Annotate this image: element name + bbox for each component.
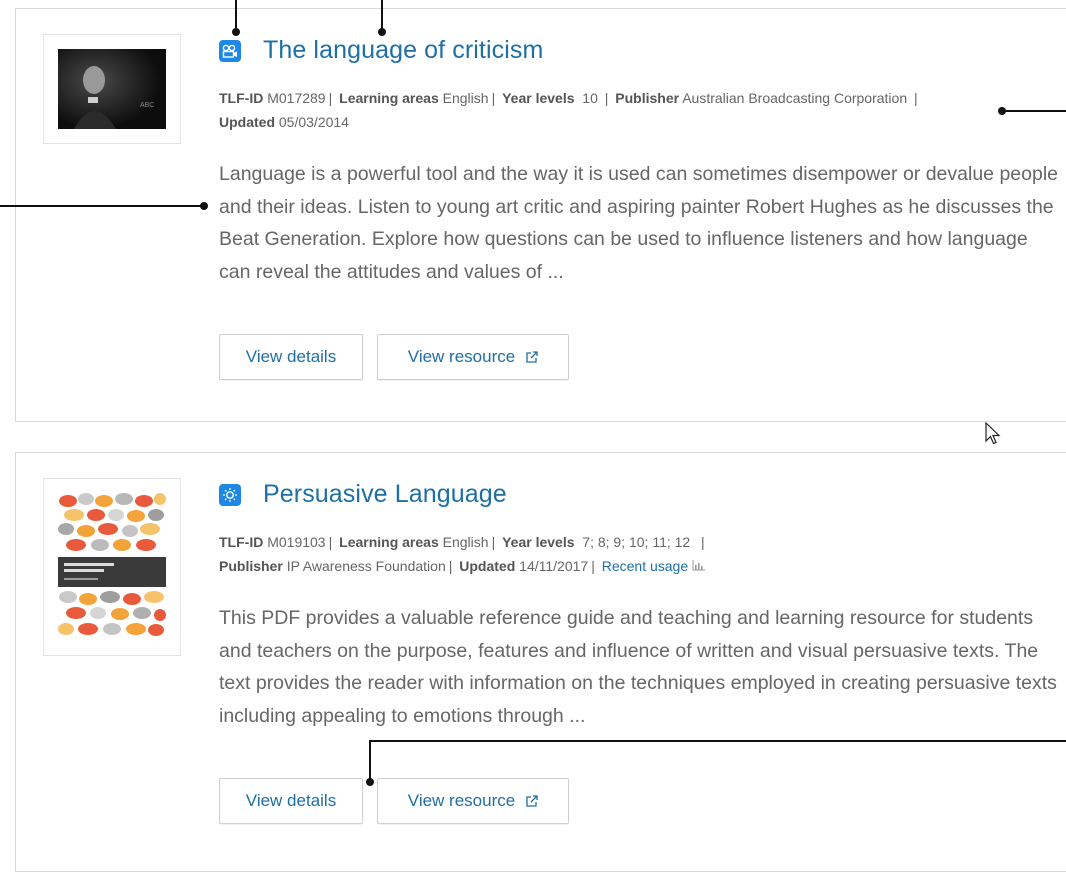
tlf-id-label: TLF-ID	[219, 534, 264, 550]
video-camera-icon	[219, 39, 241, 62]
learning-areas-label: Learning areas	[339, 90, 439, 106]
view-details-button[interactable]: View details	[219, 334, 363, 380]
updated-label: Updated	[459, 558, 516, 574]
result-title[interactable]: The language of criticism	[263, 36, 543, 65]
result-title-row: Persuasive Language	[219, 480, 507, 509]
result-description: Language is a powerful tool and the way …	[219, 163, 1058, 283]
publisher-label: Publisher	[219, 558, 283, 574]
year-levels-label: Year levels	[502, 534, 575, 550]
result-metadata: TLF-ID M019103 | Learning areas English | …	[219, 534, 706, 574]
view-resource-button[interactable]: View resource	[377, 334, 569, 380]
updated-label: Updated	[219, 114, 275, 130]
result-metadata: TLF-ID M017289 | Learning areas English | …	[219, 90, 918, 130]
result-title-row: The language of criticism	[219, 36, 543, 65]
bar-chart-icon[interactable]	[692, 558, 706, 574]
callout-dot	[200, 202, 208, 210]
callout-line	[0, 205, 206, 207]
callout-line	[1002, 110, 1066, 112]
svg-text:ABC: ABC	[140, 102, 154, 109]
year-levels-value: 7; 8; 9; 10; 11; 12	[582, 534, 691, 550]
year-levels-label: Year levels	[502, 90, 575, 106]
callout-dot	[378, 28, 386, 36]
external-link-icon	[525, 794, 538, 808]
view-resource-label: View resource	[407, 347, 516, 366]
updated-value: 05/03/2014	[278, 114, 349, 130]
mouse-cursor-icon	[985, 421, 1003, 451]
callout-dot	[998, 107, 1006, 115]
publisher-label: Publisher	[615, 90, 680, 106]
callout-line	[369, 740, 371, 782]
learning-areas-value: English	[442, 534, 489, 550]
result-description: This PDF provides a valuable reference g…	[219, 607, 1057, 727]
external-link-icon	[525, 350, 538, 364]
learning-areas-label: Learning areas	[339, 534, 439, 550]
updated-value: 14/11/2017	[519, 558, 589, 574]
callout-line	[381, 0, 383, 30]
recent-usage-link[interactable]: Recent usage	[602, 558, 688, 574]
view-resource-button[interactable]: View resource	[377, 778, 569, 824]
lightbulb-icon	[219, 483, 241, 506]
callout-dot	[232, 28, 240, 36]
tlf-id-value: M019103	[267, 534, 326, 550]
view-details-label: View details	[245, 347, 337, 366]
learning-areas-value: English	[442, 90, 489, 106]
callout-line	[370, 740, 1066, 742]
view-resource-label: View resource	[407, 791, 516, 810]
resource-thumbnail[interactable]	[43, 478, 181, 656]
resource-thumbnail[interactable]: ABC	[43, 34, 181, 144]
view-details-label: View details	[245, 791, 337, 810]
result-title[interactable]: Persuasive Language	[263, 480, 507, 509]
tlf-id-value: M017289	[267, 90, 326, 106]
publisher-value: Australian Broadcasting Corporation	[682, 90, 908, 106]
view-details-button[interactable]: View details	[219, 778, 363, 824]
publisher-value: IP Awareness Foundation	[286, 558, 446, 574]
callout-dot	[366, 778, 374, 786]
year-levels-value: 10	[582, 90, 598, 106]
callout-line	[235, 0, 237, 30]
tlf-id-label: TLF-ID	[219, 90, 264, 106]
